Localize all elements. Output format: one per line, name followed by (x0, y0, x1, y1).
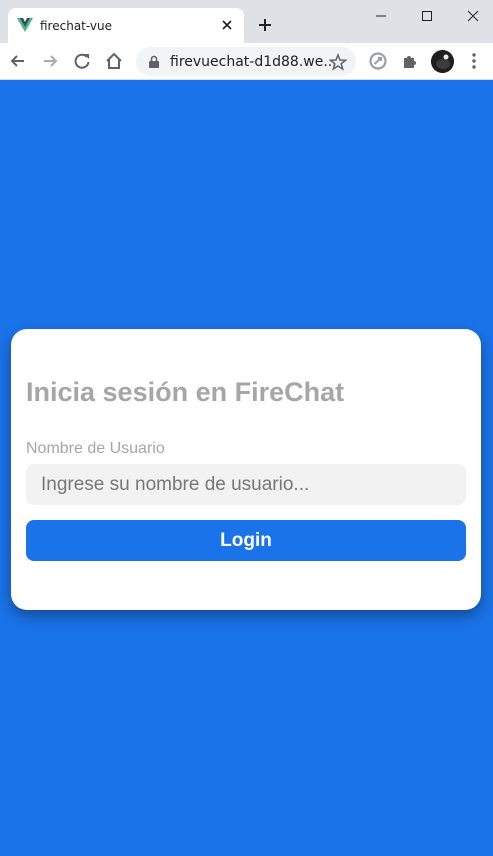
page-title: Inicia sesión en FireChat (26, 377, 345, 407)
address-bar[interactable]: firevuechat-d1d88.we... (136, 47, 356, 76)
back-arrow-icon[interactable] (8, 51, 28, 71)
home-icon[interactable] (104, 51, 124, 71)
browser-toolbar: firevuechat-d1d88.we... (0, 43, 493, 80)
maximize-icon[interactable] (417, 6, 437, 26)
browser-tabstrip: firechat-vue (0, 0, 493, 43)
puzzle-icon[interactable] (400, 51, 420, 71)
login-card: Inicia sesión en FireChat Nombre de Usua… (11, 329, 481, 610)
minimize-icon[interactable] (371, 6, 391, 26)
window-close-icon[interactable] (463, 6, 483, 26)
tab-title: firechat-vue (40, 19, 112, 33)
star-icon[interactable] (329, 53, 347, 71)
reload-icon[interactable] (72, 51, 92, 71)
vue-favicon-icon (17, 18, 33, 32)
plus-icon[interactable] (256, 16, 274, 34)
username-label: Nombre de Usuario (26, 440, 165, 457)
lock-icon (149, 55, 159, 68)
username-input[interactable] (26, 464, 466, 505)
url-text: firevuechat-d1d88.we... (170, 54, 337, 70)
login-button[interactable]: Login (26, 520, 466, 561)
forward-arrow-icon[interactable] (40, 51, 60, 71)
browser-tab[interactable]: firechat-vue (8, 8, 244, 43)
profile-avatar[interactable] (431, 50, 454, 73)
close-icon[interactable] (220, 18, 234, 32)
extension-sync-icon[interactable] (368, 51, 388, 71)
kebab-menu-icon[interactable] (464, 51, 484, 71)
